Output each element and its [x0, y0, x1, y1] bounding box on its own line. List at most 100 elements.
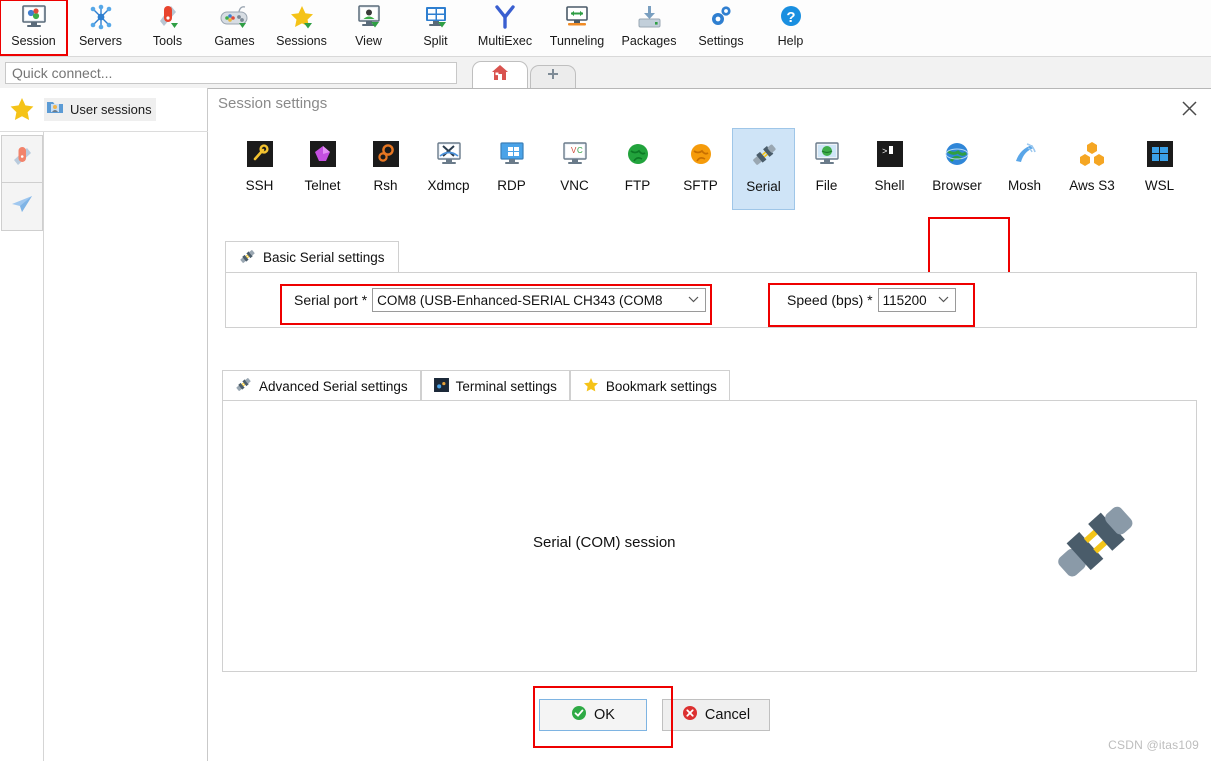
toolbar-label: Split [423, 34, 448, 48]
tab-basic-serial-settings[interactable]: Basic Serial settings [225, 241, 399, 273]
bookmark-star-icon [583, 377, 599, 395]
speed-value: 115200 [882, 292, 927, 308]
home-house-icon [490, 63, 510, 88]
home-tab[interactable] [472, 61, 528, 88]
swiss-knife-icon [9, 144, 35, 175]
toolbar-button-tunneling[interactable]: Tunneling [541, 0, 613, 55]
session-type-rdp[interactable]: RDP [480, 128, 543, 210]
session-type-vnc[interactable]: V C VNC [543, 128, 606, 210]
serial-plug-icon [749, 137, 779, 173]
session-type-browser[interactable]: Browser [921, 128, 993, 210]
toolbar-button-session[interactable]: Session [0, 0, 68, 56]
help-question-icon: ? [777, 3, 805, 31]
basic-settings-group: Basic Serial settings Serial port * COM8… [225, 241, 1197, 328]
session-type-label: Rsh [373, 178, 398, 193]
view-monitor-icon [355, 3, 383, 31]
session-type-aws-s3[interactable]: Aws S3 [1056, 128, 1128, 210]
session-type-serial[interactable]: Serial [732, 128, 795, 210]
settings-gears-icon [707, 3, 735, 31]
toolbar-label: Packages [621, 34, 677, 48]
session-type-sftp[interactable]: SFTP [669, 128, 732, 210]
tab-advanced-serial-settings[interactable]: Advanced Serial settings [222, 370, 421, 401]
toolbar-button-help[interactable]: ? Help [757, 0, 824, 55]
toolbar-label: Sessions [276, 34, 327, 48]
sessions-star-icon [288, 3, 316, 31]
session-type-label: WSL [1144, 178, 1175, 193]
session-type-label: Xdmcp [427, 178, 470, 193]
toolbar-button-split[interactable]: Split [402, 0, 469, 55]
session-type-telnet[interactable]: Telnet [291, 128, 354, 210]
session-type-ssh[interactable]: SSH [228, 128, 291, 210]
serial-port-field-row: Serial port * COM8 (USB-Enhanced-SERIAL … [294, 273, 707, 327]
toolbar-button-packages[interactable]: Packages [613, 0, 685, 55]
session-settings-dialog: Session settings SSH Telnet Rsh Xdmcp RD… [208, 88, 1211, 761]
file-globe-monitor-icon [813, 136, 841, 172]
cross-circle-red-icon [682, 705, 698, 725]
session-type-xdmcp[interactable]: Xdmcp [417, 128, 480, 210]
basic-settings-panel: Serial port * COM8 (USB-Enhanced-SERIAL … [225, 272, 1197, 328]
toolbar-button-servers[interactable]: Servers [67, 0, 134, 55]
mosh-satellite-icon [1011, 136, 1039, 172]
session-monitor-icon [20, 3, 48, 31]
speed-field-row: Speed (bps) * 115200 [787, 273, 956, 327]
session-type-label: Serial [746, 179, 781, 194]
sftp-globe-orange-icon [688, 136, 714, 172]
toolbar-button-multiexec[interactable]: MultiExec [469, 0, 541, 55]
multiexec-fork-icon [491, 3, 519, 31]
dialog-title: Session settings [218, 95, 328, 112]
advanced-settings-panel: Serial (COM) session [222, 400, 1197, 672]
toolbar-label: Tunneling [549, 34, 605, 48]
ssh-wrench-icon [246, 136, 273, 172]
favorites-star-icon[interactable] [0, 96, 44, 123]
wsl-windows-icon [1146, 136, 1173, 172]
cancel-button[interactable]: Cancel [662, 699, 770, 731]
rdp-windows-icon [498, 136, 526, 172]
quick-connect-input[interactable] [5, 62, 457, 84]
session-type-label: Aws S3 [1069, 178, 1115, 193]
advanced-settings-group: Advanced Serial settings Terminal settin… [222, 370, 1197, 672]
main-toolbar: Session Servers Tools Games Sessions Vie… [0, 0, 1211, 57]
macros-sidebar-button[interactable] [1, 183, 43, 231]
session-type-ftp[interactable]: FTP [606, 128, 669, 210]
svg-text:?: ? [786, 9, 795, 26]
browser-globe-icon [943, 136, 971, 172]
split-panes-icon [422, 3, 450, 31]
new-tab-button[interactable] [530, 65, 576, 88]
toolbar-button-view[interactable]: View [335, 0, 402, 55]
session-type-shell[interactable]: > Shell [858, 128, 921, 210]
session-type-label: Browser [932, 178, 982, 193]
serial-plug-icon [239, 249, 256, 267]
svg-text:C: C [577, 146, 583, 155]
tab-bookmark-settings[interactable]: Bookmark settings [569, 370, 730, 401]
toolbar-label: Games [214, 34, 255, 48]
toolbar-button-games[interactable]: Games [201, 0, 268, 55]
speed-select[interactable]: 115200 [877, 288, 956, 312]
toolbar-button-settings[interactable]: Settings [685, 0, 757, 55]
session-type-label: VNC [560, 178, 589, 193]
cancel-button-label: Cancel [704, 707, 751, 723]
sidebar-item-user-sessions[interactable]: User sessions [44, 98, 156, 121]
session-type-wsl[interactable]: WSL [1128, 128, 1191, 210]
serial-port-value: COM8 (USB-Enhanced-SERIAL CH343 (COM8 [377, 292, 663, 308]
tab-label: Basic Serial settings [263, 250, 385, 265]
games-gamepad-icon [220, 3, 250, 31]
sidebar-top-row: User sessions [0, 88, 208, 132]
close-icon[interactable] [1177, 96, 1201, 120]
toolbar-label: Session [11, 34, 56, 48]
serial-port-select[interactable]: COM8 (USB-Enhanced-SERIAL CH343 (COM8 [372, 288, 707, 312]
tools-sidebar-button[interactable] [1, 135, 43, 183]
session-type-rsh[interactable]: Rsh [354, 128, 417, 210]
tab-label: Terminal settings [455, 378, 557, 394]
aws-s3-cubes-icon [1078, 136, 1106, 172]
shell-terminal-icon: > [876, 136, 903, 172]
highlight-box-ok-button [533, 686, 673, 748]
session-type-mosh[interactable]: Mosh [993, 128, 1056, 210]
toolbar-button-tools[interactable]: Tools [134, 0, 201, 55]
rsh-gears-icon [372, 136, 399, 172]
watermark: CSDN @itas109 [1108, 738, 1199, 752]
servers-nodes-icon [87, 3, 115, 31]
toolbar-button-sessions[interactable]: Sessions [268, 0, 335, 55]
speed-label: Speed (bps) * [787, 292, 873, 308]
session-type-file[interactable]: File [795, 128, 858, 210]
tab-terminal-settings[interactable]: Terminal settings [420, 370, 570, 401]
